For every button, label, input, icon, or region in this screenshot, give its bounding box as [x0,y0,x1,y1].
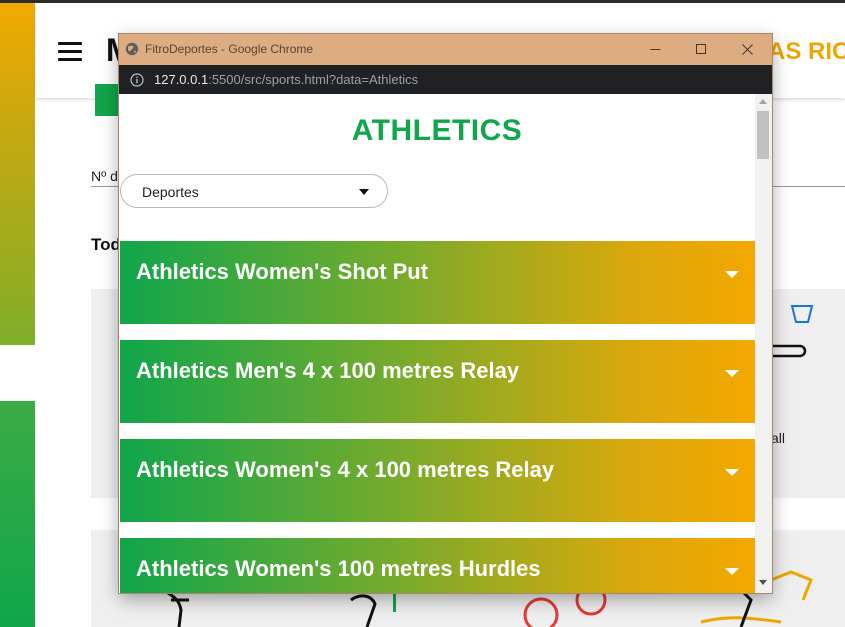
info-icon[interactable] [130,73,144,87]
results-count-label: Nº d [91,168,118,184]
sport-card-label: all [771,430,786,446]
window-title: FitroDeportes - Google Chrome [145,42,314,56]
event-label: Athletics Men's 4 x 100 metres Relay [136,358,520,383]
section-heading: Tod [91,235,121,254]
menu-icon[interactable] [58,42,82,62]
hurdle-icon [772,344,807,358]
globe-icon [125,42,139,56]
event-item[interactable]: Athletics Women's Shot Put [120,241,755,324]
browser-window: FitroDeportes - Google Chrome 127.0.0.1:… [119,34,772,593]
decorative-gradient-strip-top [0,3,35,345]
sports-select[interactable]: Deportes [120,174,388,208]
event-item[interactable]: Athletics Women's 4 x 100 metres Relay [120,439,755,522]
page-title: ATHLETICS [351,114,523,147]
event-label: Athletics Women's 4 x 100 metres Relay [136,457,555,482]
event-item[interactable]: Athletics Men's 4 x 100 metres Relay [120,340,755,423]
scrollbar-thumb[interactable] [757,111,769,159]
page-content: ATHLETICS Deportes Athletics Women's Sho… [119,94,755,593]
brand-text: AS RIC [768,38,845,65]
sports-select-value: Deportes [142,184,199,200]
chevron-down-icon[interactable] [725,370,739,377]
url-path: :5500/src/sports.html?data=Athletics [208,72,419,87]
scroll-up-arrow[interactable] [759,99,767,104]
decorative-gradient-strip-bottom [0,401,35,627]
url-host: 127.0.0.1 [154,72,209,87]
chevron-down-icon[interactable] [725,568,739,575]
url-text[interactable]: 127.0.0.1:5500/src/sports.html?data=Athl… [154,72,418,87]
minimize-icon [650,49,661,50]
chevron-down-icon [359,189,369,195]
minimize-button[interactable] [633,34,679,65]
close-button[interactable] [725,34,771,65]
maximize-button[interactable] [679,34,725,65]
vertical-scrollbar[interactable] [755,94,772,593]
close-icon [742,44,753,55]
chevron-down-icon[interactable] [725,271,739,278]
event-label: Athletics Women's 100 metres Hurdles [136,556,541,581]
event-item[interactable]: Athletics Women's 100 metres Hurdles [120,538,755,593]
scroll-down-arrow[interactable] [759,580,767,585]
maximize-icon [696,44,706,54]
window-titlebar[interactable]: FitroDeportes - Google Chrome [119,34,772,65]
address-bar[interactable]: 127.0.0.1:5500/src/sports.html?data=Athl… [119,65,772,94]
chevron-down-icon[interactable] [725,469,739,476]
trophy-icon [790,305,814,323]
event-label: Athletics Women's Shot Put [136,259,429,284]
